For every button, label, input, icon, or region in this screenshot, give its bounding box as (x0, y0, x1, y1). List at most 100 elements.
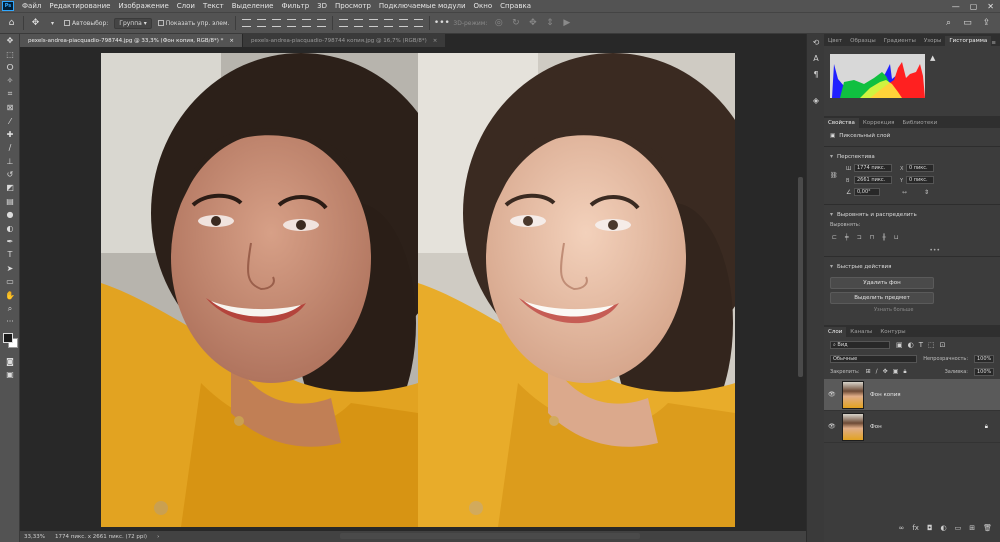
tab-color[interactable]: Цвет (824, 36, 846, 46)
fill-field[interactable]: 100% (974, 368, 994, 376)
align-top-icon[interactable] (242, 19, 252, 27)
document-image[interactable] (101, 53, 735, 527)
filter-smart-icon[interactable]: ⊡ (940, 341, 946, 349)
close-window-button[interactable]: ✕ (987, 2, 994, 11)
flip-vertical-icon[interactable]: ⇕ (924, 189, 929, 196)
layer-row[interactable]: 👁︎ Фон копия (824, 379, 1000, 411)
hand-tool[interactable]: ✋ (0, 288, 20, 301)
3d-pan-icon[interactable]: ✥ (527, 18, 538, 29)
blend-mode-select[interactable]: Обычные (830, 355, 918, 363)
link-icon[interactable]: ⛓ (830, 172, 838, 179)
tab-paths[interactable]: Контуры (876, 327, 909, 337)
menu-select[interactable]: Выделение (228, 2, 278, 10)
layer-row[interactable]: 👁︎ Фон 🔒︎ (824, 411, 1000, 443)
share-icon[interactable]: ⇪ (981, 18, 992, 29)
3d-roll-icon[interactable]: ↻ (510, 18, 521, 29)
tab-layers[interactable]: Слои (824, 327, 847, 337)
brush-tool[interactable]: ∕ (0, 141, 20, 154)
layer-mask-icon[interactable]: ◘ (927, 524, 933, 532)
layer-name[interactable]: Фон (870, 424, 882, 430)
align-hcenters-icon[interactable]: ╪ (845, 234, 849, 241)
align-left-icon[interactable] (287, 19, 297, 27)
history-brush-tool[interactable]: ↺ (0, 168, 20, 181)
lock-artboard-icon[interactable]: ▣ (893, 368, 899, 376)
menu-image[interactable]: Изображение (114, 2, 172, 10)
align-vcenters-icon[interactable]: ╫ (882, 234, 886, 241)
close-tab-icon[interactable]: × (433, 38, 438, 44)
tab-histogram[interactable]: Гистограмма (945, 36, 992, 46)
delete-layer-icon[interactable]: 🗑︎ (983, 524, 992, 532)
distribute-vcenter-icon[interactable] (354, 19, 364, 27)
tool-preset-chevron-icon[interactable]: ▾ (47, 18, 58, 29)
align-hcenter-icon[interactable] (302, 19, 312, 27)
home-icon[interactable]: ⌂ (6, 18, 17, 29)
lock-move-icon[interactable]: ✥ (883, 368, 888, 376)
healing-brush-tool[interactable]: ✚ (0, 128, 20, 141)
scrollbar-thumb[interactable] (798, 177, 803, 377)
filter-type-icon[interactable]: T (919, 341, 923, 349)
select-subject-button[interactable]: Выделить предмет (830, 292, 934, 304)
more-options-icon[interactable]: ••• (434, 18, 450, 29)
screen-mode-icon[interactable]: ▣ (0, 368, 20, 381)
distribute-left-icon[interactable] (384, 19, 394, 27)
flip-horizontal-icon[interactable]: ⇿ (902, 189, 907, 196)
more-tools-icon[interactable]: ··· (0, 315, 20, 328)
menu-help[interactable]: Справка (496, 2, 535, 10)
new-layer-icon[interactable]: ⊞ (969, 524, 975, 532)
autoselect-option[interactable]: Автовыбор: (64, 20, 108, 27)
link-layers-icon[interactable]: ∞ (899, 524, 905, 532)
menu-edit[interactable]: Редактирование (45, 2, 114, 10)
maximize-button[interactable]: ▢ (970, 2, 978, 11)
quick-actions-title[interactable]: Быстрые действия (824, 259, 1000, 274)
document-tab-active[interactable]: pexels-andrea-piacquadio-798744.jpg @ 33… (20, 34, 244, 47)
show-controls-checkbox[interactable] (157, 20, 164, 26)
layer-style-icon[interactable]: fx (912, 524, 919, 532)
remove-background-button[interactable]: Удалить фон (830, 277, 934, 289)
align-section-title[interactable]: Выровнять и распределить (824, 207, 1000, 222)
lock-all-icon[interactable]: 🔒︎ (903, 368, 906, 376)
opacity-field[interactable]: 100% (974, 355, 994, 363)
distribute-right-icon[interactable] (414, 19, 424, 27)
character-panel-icon[interactable]: A (807, 50, 825, 66)
menu-type[interactable]: Текст (199, 2, 228, 10)
visibility-eye-icon[interactable]: 👁︎ (828, 391, 836, 398)
width-field[interactable]: 1774 пикс. (854, 164, 892, 172)
layer-name[interactable]: Фон копия (870, 392, 901, 398)
marquee-tool[interactable]: ⬚ (0, 47, 20, 60)
filter-shape-icon[interactable]: ⬚ (928, 341, 935, 349)
tab-libraries[interactable]: Библиотеки (898, 118, 941, 128)
align-bottom-icon[interactable] (272, 19, 282, 27)
3d-camera-icon[interactable]: ▶ (561, 18, 572, 29)
tab-channels[interactable]: Каналы (846, 327, 876, 337)
vertical-scrollbar[interactable] (796, 47, 806, 531)
type-tool[interactable]: T (0, 248, 20, 261)
horizontal-scrollbar[interactable] (340, 533, 640, 539)
align-left-edges-icon[interactable]: ⊏ (832, 234, 837, 241)
align-vcenter-icon[interactable] (257, 19, 267, 27)
menu-file[interactable]: Файл (18, 2, 45, 10)
zoom-level[interactable]: 33,33% (24, 534, 45, 540)
align-top-edges-icon[interactable]: ⊓ (870, 234, 875, 241)
align-right-edges-icon[interactable]: ⊐ (857, 234, 862, 241)
show-controls-option[interactable]: Показать упр. элем. (157, 20, 229, 27)
adjustment-layer-icon[interactable]: ◐ (941, 524, 947, 532)
lock-brush-icon[interactable]: ∕ (876, 368, 878, 376)
paragraph-panel-icon[interactable]: ¶ (807, 66, 825, 82)
y-field[interactable]: 0 пикс. (906, 176, 934, 184)
visibility-eye-icon[interactable]: 👁︎ (828, 423, 836, 430)
tab-swatches[interactable]: Образцы (846, 36, 880, 46)
dodge-tool[interactable]: ◐ (0, 221, 20, 234)
autoselect-checkbox[interactable] (64, 20, 70, 26)
align-bottom-edges-icon[interactable]: ⊔ (894, 234, 899, 241)
rectangle-tool[interactable]: ▭ (0, 275, 20, 288)
filter-pixel-icon[interactable]: ▣ (896, 341, 903, 349)
document-tab[interactable]: pexels-andrea-piacquadio-798744 копия.jp… (243, 34, 447, 47)
menu-plugins[interactable]: Подключаемые модули (375, 2, 470, 10)
distribute-bottom-icon[interactable] (369, 19, 379, 27)
tab-properties[interactable]: Свойства (824, 118, 859, 128)
eraser-tool[interactable]: ◩ (0, 181, 20, 194)
zoom-tool[interactable]: ⌕ (0, 302, 20, 315)
menu-filter[interactable]: Фильтр (277, 2, 313, 10)
move-tool-icon[interactable]: ✥ (30, 18, 41, 29)
3d-orbit-icon[interactable]: ◎ (493, 18, 504, 29)
